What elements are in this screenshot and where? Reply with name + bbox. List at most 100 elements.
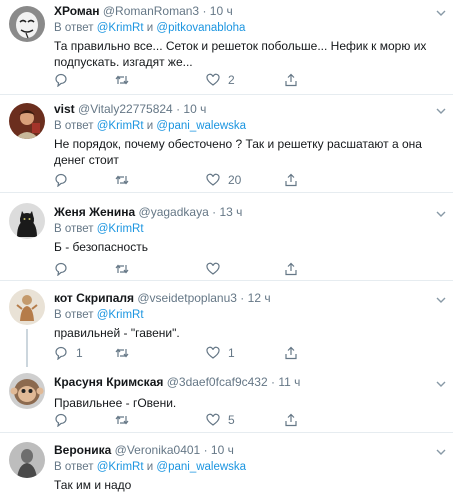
reply-context: В ответ @KrimRt и @pitkovanabloha [54,20,445,36]
like-button[interactable]: 5 [206,412,235,428]
timestamp[interactable]: 13 ч [219,205,242,219]
reply-button[interactable] [54,412,76,428]
like-count: 1 [228,346,235,360]
retweet-icon [115,264,129,274]
mention-link[interactable]: @KrimRt [97,461,144,473]
monkey-avatar-icon [9,373,45,409]
retweet-button[interactable] [115,261,137,277]
mention-link[interactable]: @KrimRt [97,223,144,235]
reply-button[interactable] [54,172,76,188]
mention-link[interactable]: @pani_walewska [156,461,246,473]
author-handle[interactable]: @yagadkaya [139,205,209,219]
reply-context: В ответ @KrimRt и @pani_walewska [54,118,445,134]
tweet-actions: 20 [54,172,314,188]
avatar[interactable] [9,289,45,325]
mention-link[interactable]: @KrimRt [97,22,144,34]
mention-link[interactable]: @KrimRt [97,309,144,321]
reply-icon [55,173,67,187]
author-name[interactable]: ХРоман [54,4,100,18]
timestamp[interactable]: 10 ч [210,4,233,18]
timestamp[interactable]: 10 ч [183,102,206,116]
author-name[interactable]: Вероника [54,443,111,457]
heart-icon [206,346,220,359]
heart-icon [206,73,220,86]
chevron-down-icon[interactable] [435,378,447,390]
reply-prefix: В ответ [54,309,94,321]
like-count: 2 [228,73,235,87]
tweet-header: кот Скрипаля @vseidetpoplanu3 · 12 ч [54,290,445,306]
mask-avatar-icon [9,6,45,42]
share-icon [285,262,297,276]
tweet-header: Женя Женина @yagadkaya · 13 ч [54,204,445,220]
author-name[interactable]: Красуня Кримская [54,375,163,389]
share-button[interactable] [284,345,298,361]
timestamp[interactable]: 11 ч [278,375,300,389]
author-handle[interactable]: @Veronika0401 [115,443,201,457]
avatar[interactable] [9,442,45,478]
separator-dot: · [270,375,275,389]
avatar[interactable] [9,6,45,42]
separator-dot: · [203,443,208,457]
tweet[interactable]: vist @Vitaly22775824 · 10 ч В ответ @Kri… [0,95,453,193]
author-name[interactable]: кот Скрипаля [54,291,134,305]
separator-dot: · [212,205,217,219]
like-button[interactable]: 2 [206,72,235,88]
author-handle[interactable]: @Vitaly22775824 [78,102,173,116]
mention-link[interactable]: @pani_walewska [156,120,246,132]
tweet[interactable]: кот Скрипаля @vseidetpoplanu3 · 12 ч В о… [0,281,453,367]
reply-button[interactable] [54,72,76,88]
reply-separator: и [146,461,154,473]
share-icon [285,413,297,427]
reply-prefix: В ответ [54,22,94,34]
author-name[interactable]: vist [54,102,75,116]
reply-button[interactable] [54,261,76,277]
avatar[interactable] [9,373,45,409]
chevron-down-icon[interactable] [435,105,447,117]
grey-avatar-icon [9,442,45,478]
author-name[interactable]: Женя Женина [54,205,135,219]
reply-separator: и [146,22,154,34]
avatar[interactable] [9,203,45,239]
author-handle[interactable]: @3daef0fcaf9c432 [167,375,268,389]
like-button[interactable] [206,261,228,277]
timestamp[interactable]: 12 ч [248,291,271,305]
mention-link[interactable]: @pitkovanabloha [156,22,245,34]
reply-icon [55,346,67,360]
tweet[interactable]: Женя Женина @yagadkaya · 13 ч В ответ @K… [0,193,453,281]
share-icon [285,346,297,360]
reply-context: В ответ @KrimRt [54,221,445,237]
cat-avatar-icon [9,203,45,239]
tweet[interactable]: ХРоман @RomanRoman3 · 10 ч В ответ @Krim… [0,0,453,95]
avatar[interactable] [9,103,45,139]
chevron-down-icon[interactable] [435,294,447,306]
retweet-button[interactable] [115,345,137,361]
author-handle[interactable]: @RomanRoman3 [103,4,199,18]
retweet-button[interactable] [115,72,137,88]
share-button[interactable] [284,72,298,88]
mention-link[interactable]: @KrimRt [97,120,144,132]
share-button[interactable] [284,261,298,277]
reply-prefix: В ответ [54,223,94,235]
author-handle[interactable]: @vseidetpoplanu3 [137,291,237,305]
reply-icon [55,73,67,87]
chevron-down-icon[interactable] [435,7,447,19]
separator-dot: · [202,4,207,18]
tweet[interactable]: Красуня Кримская @3daef0fcaf9c432 · 11 ч… [0,363,453,433]
thread-line [26,329,28,367]
tweet[interactable]: Вероника @Veronika0401 · 10 ч В ответ @K… [0,433,453,500]
tweet-header: ХРоман @RomanRoman3 · 10 ч [54,3,445,19]
retweet-button[interactable] [115,172,137,188]
share-button[interactable] [284,412,298,428]
chevron-down-icon[interactable] [435,446,447,458]
heart-icon [206,173,220,186]
retweet-button[interactable] [115,412,137,428]
like-button[interactable]: 1 [206,345,235,361]
chevron-down-icon[interactable] [435,208,447,220]
tweet-text: Правильнее - гОвени. [54,396,177,410]
tweet-header: Вероника @Veronika0401 · 10 ч [54,442,445,458]
reply-button[interactable]: 1 [54,345,83,361]
share-button[interactable] [284,172,298,188]
like-button[interactable]: 20 [206,172,241,188]
timestamp[interactable]: 10 ч [211,443,234,457]
tweet-text: Не порядок, почему обесточено ? Так и ре… [54,137,422,167]
